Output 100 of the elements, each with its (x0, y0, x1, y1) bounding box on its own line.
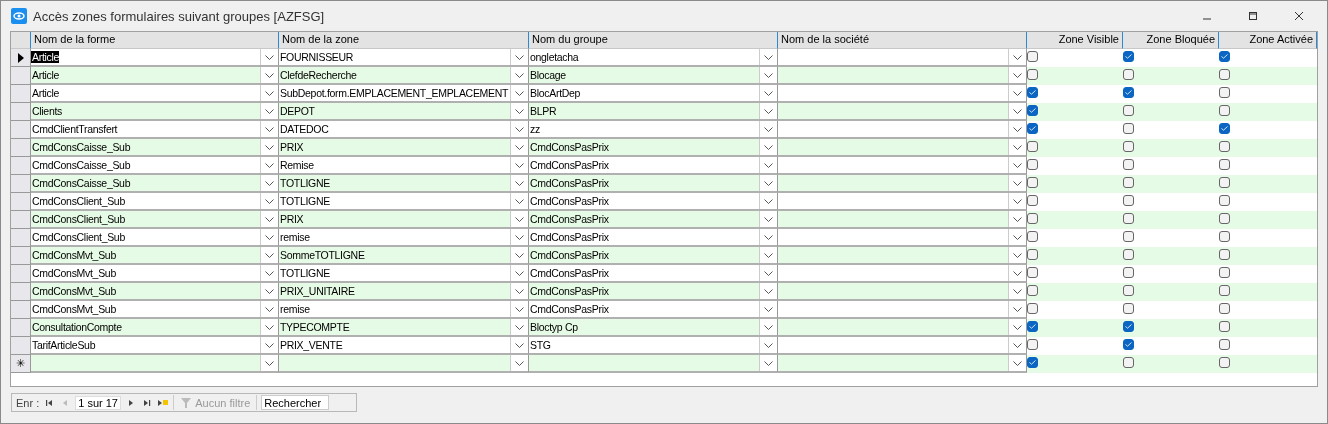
checkbox[interactable] (1219, 213, 1230, 224)
column-header[interactable]: Nom de la forme (31, 32, 279, 49)
checkbox[interactable] (1123, 285, 1134, 296)
checkbox[interactable] (1219, 105, 1230, 116)
dropdown-button[interactable] (759, 319, 777, 335)
dropdown-button[interactable] (1008, 139, 1026, 155)
checkbox[interactable] (1027, 51, 1038, 62)
combo-cell[interactable]: TarifArticleSub (31, 339, 260, 351)
combo-cell[interactable]: CmdConsMvt_Sub (31, 285, 260, 297)
combo-cell[interactable]: CmdConsPasPrix (529, 213, 759, 225)
combo-cell[interactable]: remise (279, 303, 510, 315)
search-field[interactable]: Rechercher (261, 395, 330, 410)
combo-cell[interactable]: TOTLIGNE (279, 177, 510, 189)
checkbox[interactable] (1027, 195, 1038, 206)
checkbox[interactable] (1027, 339, 1038, 350)
checkbox[interactable] (1123, 87, 1134, 98)
combo-cell[interactable]: CmdConsClient_Sub (31, 195, 260, 207)
dropdown-button[interactable] (260, 319, 278, 335)
dropdown-button[interactable] (1008, 283, 1026, 299)
combo-cell[interactable]: CmdConsCaisse_Sub (31, 177, 260, 189)
checkbox[interactable] (1219, 267, 1230, 278)
dropdown-button[interactable] (510, 103, 528, 119)
checkbox[interactable] (1027, 177, 1038, 188)
dropdown-button[interactable] (1008, 103, 1026, 119)
dropdown-button[interactable] (510, 175, 528, 191)
dropdown-button[interactable] (260, 211, 278, 227)
combo-cell[interactable]: PRIX (279, 141, 510, 153)
combo-cell[interactable]: STG (529, 339, 759, 351)
checkbox[interactable] (1027, 159, 1038, 170)
dropdown-button[interactable] (260, 247, 278, 263)
combo-cell[interactable]: SommeTOTLIGNE (279, 249, 510, 261)
combo-cell[interactable]: zz (529, 123, 759, 135)
dropdown-button[interactable] (260, 355, 278, 371)
checkbox[interactable] (1123, 267, 1134, 278)
checkbox[interactable] (1123, 69, 1134, 80)
combo-cell[interactable]: ongletacha (529, 51, 759, 63)
combo-cell[interactable]: CmdConsPasPrix (529, 303, 759, 315)
dropdown-button[interactable] (510, 283, 528, 299)
checkbox[interactable] (1219, 303, 1230, 314)
dropdown-button[interactable] (1008, 319, 1026, 335)
combo-cell[interactable]: Article (31, 51, 60, 63)
checkbox[interactable] (1123, 357, 1134, 368)
combo-cell[interactable]: CmdConsPasPrix (529, 267, 759, 279)
checkbox[interactable] (1123, 339, 1134, 350)
checkbox[interactable] (1123, 141, 1134, 152)
dropdown-button[interactable] (1008, 355, 1026, 371)
checkbox[interactable] (1123, 231, 1134, 242)
dropdown-button[interactable] (759, 175, 777, 191)
combo-cell[interactable]: CmdConsClient_Sub (31, 231, 260, 243)
checkbox[interactable] (1123, 159, 1134, 170)
column-header[interactable]: Zone Visible (1027, 32, 1123, 49)
combo-cell[interactable]: remise (279, 231, 510, 243)
dropdown-button[interactable] (759, 247, 777, 263)
combo-cell[interactable]: CmdConsPasPrix (529, 195, 759, 207)
checkbox[interactable] (1219, 231, 1230, 242)
column-header[interactable]: Nom de la société (778, 32, 1027, 49)
checkbox[interactable] (1219, 87, 1230, 98)
dropdown-button[interactable] (759, 283, 777, 299)
checkbox[interactable] (1027, 303, 1038, 314)
record-selector[interactable] (11, 49, 31, 67)
combo-cell[interactable]: BlocArtDep (529, 87, 759, 99)
combo-cell[interactable]: PRIX_UNITAIRE (279, 285, 510, 297)
combo-cell[interactable]: CmdConsPasPrix (529, 177, 759, 189)
checkbox[interactable] (1219, 123, 1230, 134)
checkbox[interactable] (1219, 195, 1230, 206)
dropdown-button[interactable] (759, 355, 777, 371)
dropdown-button[interactable] (260, 67, 278, 83)
dropdown-button[interactable] (759, 139, 777, 155)
combo-cell[interactable]: Blocage (529, 69, 759, 81)
checkbox[interactable] (1027, 87, 1038, 98)
checkbox[interactable] (1027, 69, 1038, 80)
combo-cell[interactable]: ClefdeRecherche (279, 69, 510, 81)
combo-cell[interactable]: DATEDOC (279, 123, 510, 135)
combo-cell[interactable]: Article (31, 87, 260, 99)
combo-cell[interactable]: CmdClientTransfert (31, 123, 260, 135)
checkbox[interactable] (1027, 141, 1038, 152)
checkbox[interactable] (1219, 285, 1230, 296)
combo-cell[interactable]: CmdConsCaisse_Sub (31, 159, 260, 171)
combo-cell[interactable]: Remise (279, 159, 510, 171)
combo-cell[interactable]: FOURNISSEUR (279, 51, 510, 63)
column-header[interactable]: Nom du groupe (529, 32, 778, 49)
checkbox[interactable] (1027, 249, 1038, 260)
dropdown-button[interactable] (759, 103, 777, 119)
checkbox[interactable] (1027, 123, 1038, 134)
checkbox[interactable] (1123, 123, 1134, 134)
checkbox[interactable] (1219, 249, 1230, 260)
combo-cell[interactable]: CmdConsPasPrix (529, 141, 759, 153)
dropdown-button[interactable] (260, 139, 278, 155)
checkbox[interactable] (1123, 51, 1134, 62)
checkbox[interactable] (1027, 285, 1038, 296)
combo-cell[interactable]: CmdConsPasPrix (529, 159, 759, 171)
checkbox[interactable] (1219, 357, 1230, 368)
combo-cell[interactable]: SubDepot.form.EMPLACEMENT_EMPLACEMENT (279, 87, 510, 99)
combo-cell[interactable]: CmdConsPasPrix (529, 249, 759, 261)
checkbox[interactable] (1219, 141, 1230, 152)
combo-cell[interactable]: Article (31, 69, 260, 81)
column-header[interactable]: Zone Activée (1219, 32, 1317, 49)
dropdown-button[interactable] (260, 103, 278, 119)
column-header[interactable]: Nom de la zone (279, 32, 529, 49)
checkbox[interactable] (1123, 177, 1134, 188)
